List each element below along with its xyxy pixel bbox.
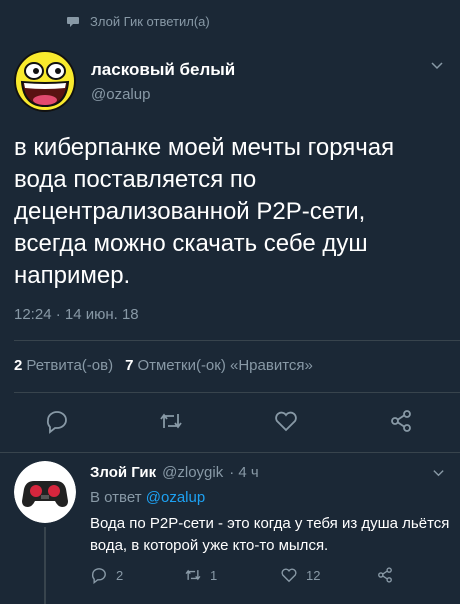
divider <box>14 392 460 393</box>
display-name[interactable]: ласковый белый <box>91 60 235 80</box>
reply-to-prefix: В ответ <box>90 489 142 506</box>
reply-to-line: В ответ @ozalup <box>90 489 205 506</box>
reply-icon <box>91 568 106 584</box>
share-icon[interactable] <box>388 408 414 434</box>
retweet-icon <box>185 569 201 581</box>
retweets-count[interactable]: 2 <box>14 357 22 374</box>
chevron-down-icon[interactable] <box>432 466 445 479</box>
awesome-face-icon <box>14 50 76 112</box>
heart-icon[interactable] <box>273 408 299 434</box>
handle[interactable]: @ozalup <box>91 86 150 103</box>
gamepad-avatar-icon <box>14 461 76 523</box>
comment-icon <box>67 16 79 27</box>
timestamp[interactable]: 12:24 · 14 июн. 18 <box>14 306 139 323</box>
reply-count: 2 <box>116 567 124 583</box>
likes-label[interactable]: Отметки(-ок) «Нравится» <box>137 357 312 374</box>
divider <box>0 452 460 453</box>
handle[interactable]: @zloygik <box>162 464 223 481</box>
context-text: Злой Гик ответил(а) <box>90 14 210 29</box>
tweet-actions <box>0 398 460 448</box>
divider <box>14 340 460 341</box>
thread-line <box>44 527 46 604</box>
heart-icon <box>281 568 297 583</box>
reply-header: Злой Гик @zloygik · 4 ч <box>90 464 259 481</box>
tweet-text: в киберпанке моей мечты горячая вода пос… <box>14 134 395 289</box>
display-name[interactable]: Злой Гик <box>90 464 156 481</box>
chevron-down-icon[interactable] <box>430 58 444 72</box>
reply-to-handle[interactable]: @ozalup <box>146 489 205 506</box>
engagement-stats: 2 Ретвита(-ов) 7 Отметки(-ок) «Нравится» <box>14 357 313 374</box>
retweet-icon[interactable] <box>158 408 184 434</box>
avatar[interactable] <box>14 50 76 112</box>
reply-share-button[interactable] <box>376 566 402 584</box>
reply-retweet-button[interactable]: 1 <box>184 566 217 584</box>
retweets-label[interactable]: Ретвита(-ов) <box>26 357 113 374</box>
reply-like-button[interactable]: 12 <box>280 566 320 584</box>
share-icon <box>378 567 392 583</box>
likes-count[interactable]: 7 <box>125 357 133 374</box>
reply-time[interactable]: · 4 ч <box>229 464 259 481</box>
reply-text: Вода по P2P-сети - это когда у тебя из д… <box>90 515 450 554</box>
reply-reply-button[interactable]: 2 <box>90 566 123 584</box>
reply-actions: 2 1 12 <box>90 562 460 590</box>
like-count: 12 <box>306 567 321 583</box>
reply-context[interactable]: Злой Гик ответил(а) <box>66 14 210 29</box>
reply-icon[interactable] <box>44 408 70 434</box>
avatar[interactable] <box>14 461 76 523</box>
retweet-count: 1 <box>210 567 218 583</box>
